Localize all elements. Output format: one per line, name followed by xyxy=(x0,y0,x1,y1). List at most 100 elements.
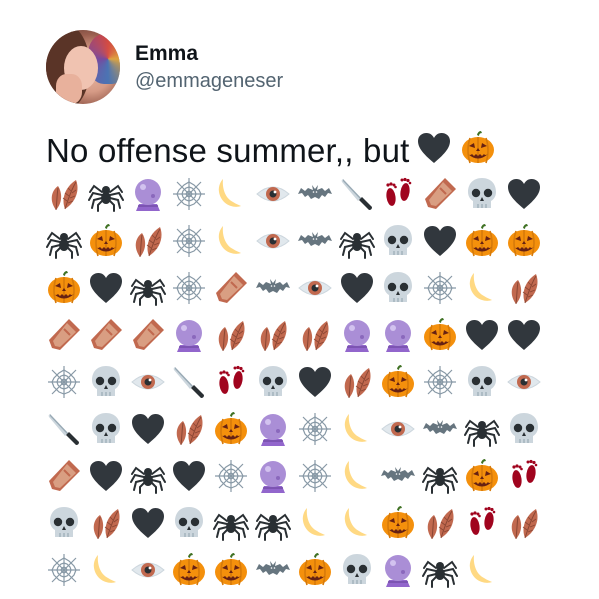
spider-web-emoji-icon xyxy=(169,221,209,261)
display-name[interactable]: Emma xyxy=(135,41,283,66)
fallen-leaf-emoji-icon xyxy=(504,268,544,308)
black-heart-emoji-icon xyxy=(86,268,126,308)
jack-o-lantern-emoji-icon xyxy=(169,550,209,590)
skull-emoji-icon xyxy=(462,174,502,214)
jack-o-lantern-emoji-icon xyxy=(462,456,502,496)
skull-emoji-icon xyxy=(337,550,377,590)
spider-web-emoji-icon xyxy=(420,268,460,308)
crystal-ball-emoji-icon xyxy=(378,550,418,590)
crescent-moon-emoji-icon xyxy=(337,503,377,543)
spider-emoji-icon xyxy=(128,268,168,308)
black-heart-emoji-icon xyxy=(86,456,126,496)
tweet-text-content: No offense summer,, but xyxy=(46,132,410,169)
fallen-leaf-emoji-icon xyxy=(253,315,293,355)
crescent-moon-emoji-icon xyxy=(462,268,502,308)
spider-emoji-icon xyxy=(420,456,460,496)
jack-o-lantern-emoji-icon xyxy=(462,221,502,261)
tweet-header: Emma @emmageneser xyxy=(46,30,283,104)
jack-o-lantern-emoji-icon xyxy=(378,362,418,402)
bat-emoji-icon xyxy=(253,550,293,590)
spider-web-emoji-icon xyxy=(169,268,209,308)
author-names: Emma @emmageneser xyxy=(135,41,283,92)
footprints-emoji-icon xyxy=(462,503,502,543)
eye-emoji-icon xyxy=(253,174,293,214)
coffin-emoji-icon xyxy=(211,268,251,308)
tweet-text-emojis xyxy=(410,128,498,174)
coffin-emoji-icon xyxy=(44,456,84,496)
jack-o-lantern-emoji-icon xyxy=(44,268,84,308)
black-heart-emoji-icon xyxy=(128,503,168,543)
spider-emoji-icon xyxy=(211,503,251,543)
spider-web-emoji-icon xyxy=(420,362,460,402)
skull-emoji-icon xyxy=(378,268,418,308)
black-heart-emoji-icon xyxy=(337,268,377,308)
emoji-row xyxy=(44,264,554,311)
emoji-row xyxy=(44,217,554,264)
eye-emoji-icon xyxy=(504,362,544,402)
crystal-ball-emoji-icon xyxy=(169,315,209,355)
fallen-leaf-emoji-icon xyxy=(211,315,251,355)
coffin-emoji-icon xyxy=(44,315,84,355)
crescent-moon-emoji-icon xyxy=(337,409,377,449)
black-heart-emoji-icon xyxy=(504,315,544,355)
fallen-leaf-emoji-icon xyxy=(44,174,84,214)
coffin-emoji-icon xyxy=(86,315,126,355)
footprints-emoji-icon xyxy=(378,174,418,214)
skull-emoji-icon xyxy=(44,503,84,543)
emoji-row xyxy=(44,311,554,358)
jack-o-lantern-emoji-icon xyxy=(295,550,335,590)
avatar[interactable] xyxy=(46,30,120,104)
fallen-leaf-emoji-icon xyxy=(420,503,460,543)
crystal-ball-emoji-icon xyxy=(253,409,293,449)
fallen-leaf-emoji-icon xyxy=(128,221,168,261)
user-handle[interactable]: @emmageneser xyxy=(135,69,283,93)
coffin-emoji-icon xyxy=(128,315,168,355)
skull-emoji-icon xyxy=(462,362,502,402)
skull-emoji-icon xyxy=(253,362,293,402)
bat-emoji-icon xyxy=(295,174,335,214)
footprints-emoji-icon xyxy=(504,456,544,496)
emoji-row xyxy=(44,499,554,546)
crescent-moon-emoji-icon xyxy=(86,550,126,590)
jack-o-lantern-emoji-icon xyxy=(458,128,498,168)
eye-emoji-icon xyxy=(253,221,293,261)
spider-emoji-icon xyxy=(253,503,293,543)
bat-emoji-icon xyxy=(253,268,293,308)
spider-web-emoji-icon xyxy=(44,362,84,402)
bat-emoji-icon xyxy=(378,456,418,496)
crescent-moon-emoji-icon xyxy=(211,174,251,214)
kitchen-knife-emoji-icon xyxy=(337,174,377,214)
emoji-row xyxy=(44,452,554,499)
spider-web-emoji-icon xyxy=(44,550,84,590)
kitchen-knife-emoji-icon xyxy=(169,362,209,402)
skull-emoji-icon xyxy=(378,221,418,261)
spider-emoji-icon xyxy=(44,221,84,261)
emoji-grid xyxy=(44,170,554,593)
kitchen-knife-emoji-icon xyxy=(44,409,84,449)
black-heart-emoji-icon xyxy=(128,409,168,449)
spider-emoji-icon xyxy=(420,550,460,590)
jack-o-lantern-emoji-icon xyxy=(211,550,251,590)
emoji-row xyxy=(44,358,554,405)
jack-o-lantern-emoji-icon xyxy=(86,221,126,261)
spider-web-emoji-icon xyxy=(211,456,251,496)
emoji-row xyxy=(44,546,554,593)
skull-emoji-icon xyxy=(86,362,126,402)
jack-o-lantern-emoji-icon xyxy=(378,503,418,543)
eye-emoji-icon xyxy=(378,409,418,449)
jack-o-lantern-emoji-icon xyxy=(504,221,544,261)
spider-emoji-icon xyxy=(128,456,168,496)
skull-emoji-icon xyxy=(86,409,126,449)
spider-emoji-icon xyxy=(86,174,126,214)
fallen-leaf-emoji-icon xyxy=(295,315,335,355)
eye-emoji-icon xyxy=(128,550,168,590)
tweet: Emma @emmageneser No offense summer,, bu… xyxy=(0,0,599,599)
spider-emoji-icon xyxy=(462,409,502,449)
spider-web-emoji-icon xyxy=(295,456,335,496)
skull-emoji-icon xyxy=(169,503,209,543)
fallen-leaf-emoji-icon xyxy=(504,503,544,543)
black-heart-emoji-icon xyxy=(414,128,454,168)
skull-emoji-icon xyxy=(504,409,544,449)
eye-emoji-icon xyxy=(295,268,335,308)
eye-emoji-icon xyxy=(128,362,168,402)
